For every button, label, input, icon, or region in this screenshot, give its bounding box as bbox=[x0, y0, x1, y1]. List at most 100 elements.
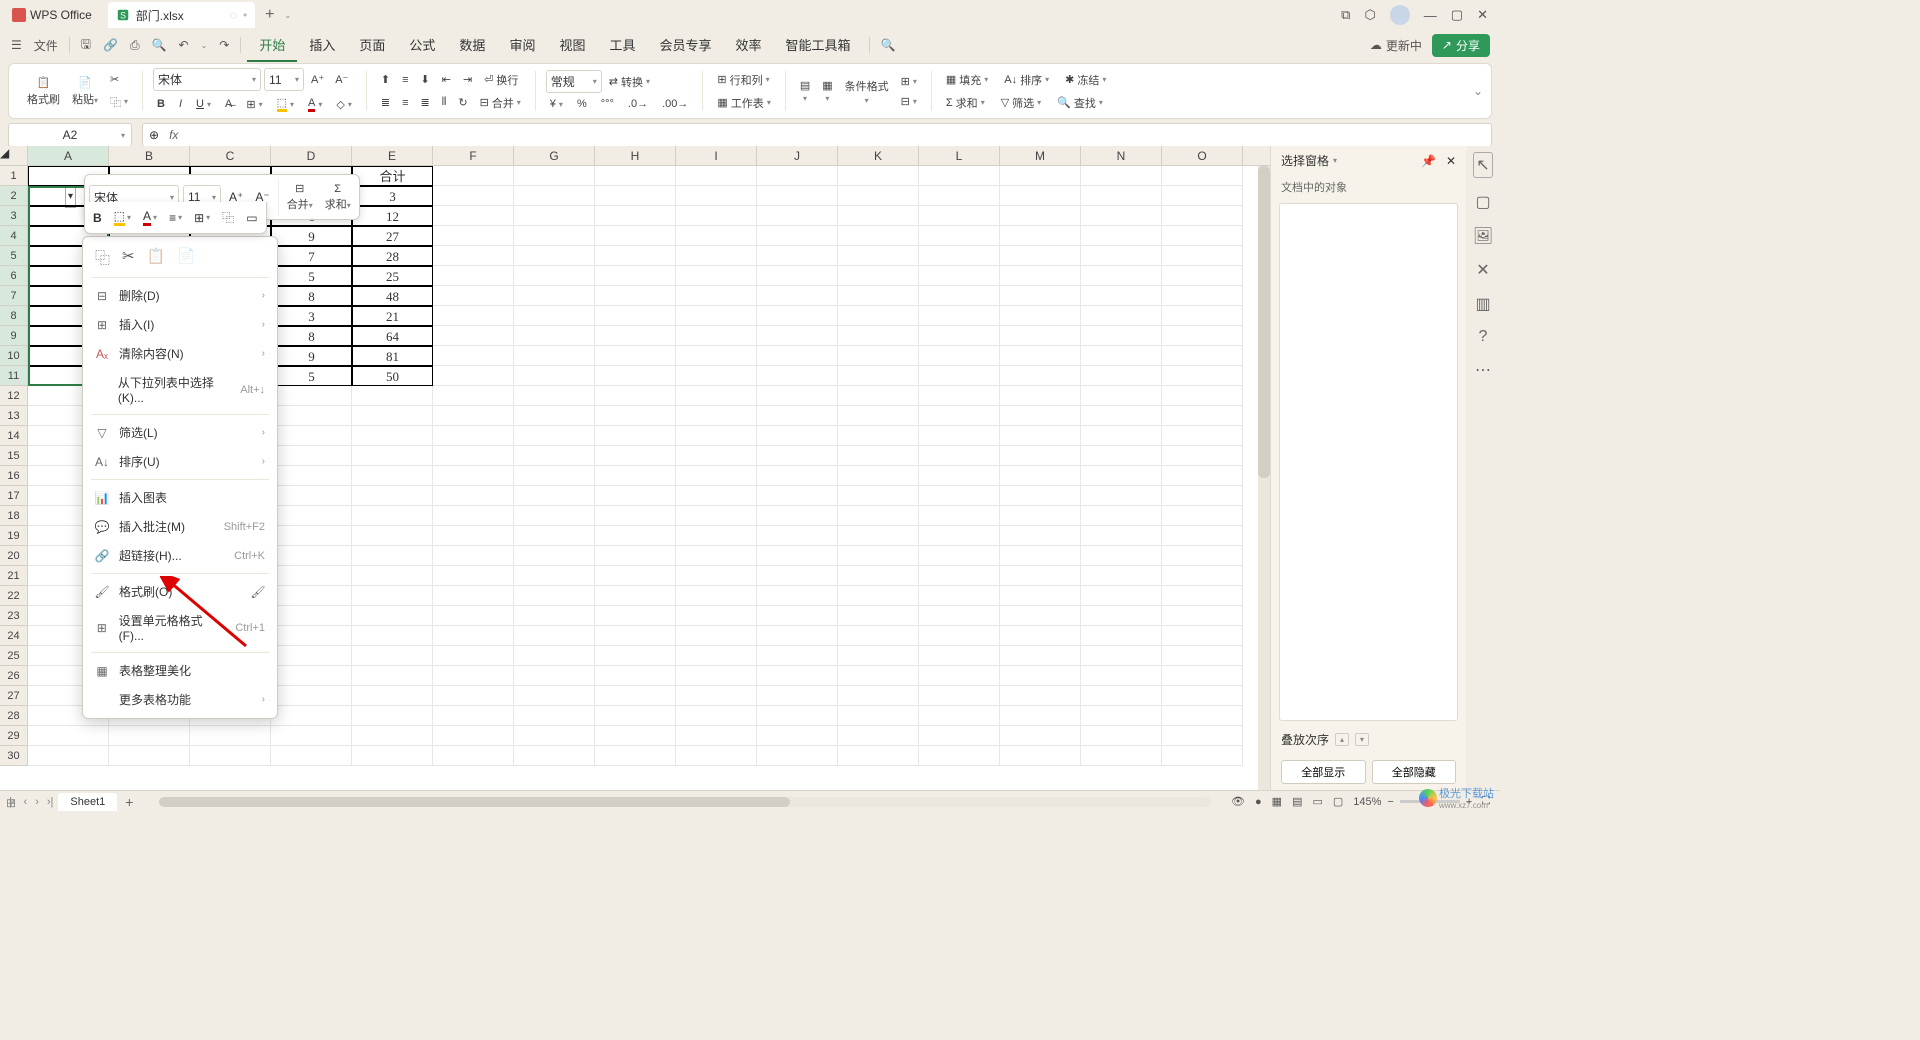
update-button[interactable]: ☁ 更新中 bbox=[1370, 37, 1422, 54]
cell[interactable] bbox=[595, 686, 676, 706]
cell[interactable] bbox=[757, 546, 838, 566]
cell[interactable] bbox=[352, 386, 433, 406]
cell[interactable] bbox=[433, 626, 514, 646]
cell[interactable] bbox=[514, 306, 595, 326]
cell[interactable] bbox=[838, 266, 919, 286]
cell[interactable] bbox=[1000, 226, 1081, 246]
cell[interactable] bbox=[919, 366, 1000, 386]
cell[interactable] bbox=[514, 566, 595, 586]
cell[interactable] bbox=[595, 426, 676, 446]
currency-button[interactable]: ¥▾ bbox=[546, 96, 567, 112]
tab-formula[interactable]: 公式 bbox=[397, 29, 447, 62]
underline-button[interactable]: U▾ bbox=[192, 94, 215, 114]
name-box[interactable]: A2 ▾ bbox=[8, 123, 132, 147]
print-icon[interactable]: ⎙ bbox=[125, 35, 145, 56]
cell[interactable] bbox=[757, 406, 838, 426]
cell[interactable] bbox=[1081, 326, 1162, 346]
cell[interactable] bbox=[352, 706, 433, 726]
cell[interactable] bbox=[919, 386, 1000, 406]
cell[interactable] bbox=[1000, 706, 1081, 726]
cell[interactable] bbox=[676, 186, 757, 206]
cell[interactable] bbox=[838, 706, 919, 726]
cell[interactable] bbox=[757, 526, 838, 546]
cell[interactable] bbox=[271, 646, 352, 666]
cell[interactable] bbox=[757, 186, 838, 206]
cell[interactable] bbox=[595, 506, 676, 526]
row-header[interactable]: 5 bbox=[0, 246, 28, 266]
share-button[interactable]: ↗ 分享 bbox=[1432, 34, 1490, 57]
cell[interactable] bbox=[514, 666, 595, 686]
col-header-F[interactable]: F bbox=[433, 146, 514, 165]
cell[interactable] bbox=[1000, 606, 1081, 626]
cell-styles-button[interactable]: ▤▾ bbox=[796, 77, 814, 105]
zoom-in[interactable]: + bbox=[1466, 796, 1472, 808]
hide-all-button[interactable]: 全部隐藏 bbox=[1372, 760, 1457, 784]
cell[interactable]: 5 bbox=[271, 366, 352, 386]
col-header-K[interactable]: K bbox=[838, 146, 919, 165]
cell[interactable] bbox=[838, 306, 919, 326]
cell[interactable] bbox=[352, 666, 433, 686]
cell[interactable]: 合计 bbox=[352, 166, 433, 186]
col-header-J[interactable]: J bbox=[757, 146, 838, 165]
cell[interactable] bbox=[919, 726, 1000, 746]
cell[interactable] bbox=[919, 206, 1000, 226]
user-avatar[interactable] bbox=[1390, 5, 1410, 25]
cell[interactable] bbox=[1162, 746, 1243, 766]
percent-button[interactable]: % bbox=[573, 96, 591, 112]
cell[interactable] bbox=[271, 406, 352, 426]
cell[interactable] bbox=[838, 226, 919, 246]
cell[interactable] bbox=[514, 506, 595, 526]
cell[interactable] bbox=[271, 486, 352, 506]
pin-icon[interactable]: 📌 bbox=[1421, 154, 1436, 168]
cell[interactable] bbox=[676, 666, 757, 686]
fx-icon[interactable]: fx bbox=[169, 128, 178, 142]
cell[interactable] bbox=[595, 666, 676, 686]
cell[interactable] bbox=[271, 606, 352, 626]
ribbon-collapse[interactable]: ⌄ bbox=[1473, 84, 1483, 98]
zoom-slider[interactable] bbox=[1400, 800, 1460, 803]
add-tab-dropdown[interactable]: ⌄ bbox=[285, 11, 292, 20]
row-header[interactable]: 4 bbox=[0, 226, 28, 246]
worksheet-button[interactable]: ▦ 工作表▾ bbox=[713, 93, 774, 113]
file-menu[interactable]: 文件 bbox=[29, 34, 63, 57]
cell[interactable] bbox=[595, 526, 676, 546]
maximize-button[interactable]: ▢ bbox=[1451, 7, 1463, 23]
row-header[interactable]: 15 bbox=[0, 446, 28, 466]
mini-align[interactable]: ≡▾ bbox=[165, 208, 186, 228]
cell[interactable] bbox=[838, 326, 919, 346]
filter-button[interactable]: ▽ 筛选▾ bbox=[997, 93, 1045, 113]
cell[interactable] bbox=[676, 306, 757, 326]
cell[interactable] bbox=[919, 426, 1000, 446]
cell[interactable] bbox=[757, 326, 838, 346]
cell[interactable] bbox=[1162, 386, 1243, 406]
freeze-button[interactable]: ✱ 冻结▾ bbox=[1061, 70, 1110, 90]
cell[interactable] bbox=[676, 206, 757, 226]
border-button[interactable]: ⊞▾ bbox=[242, 94, 266, 114]
cell[interactable] bbox=[757, 686, 838, 706]
cell[interactable] bbox=[757, 226, 838, 246]
cm-dropdown-select[interactable]: 从下拉列表中选择(K)...Alt+↓ bbox=[83, 368, 277, 411]
cell[interactable] bbox=[919, 486, 1000, 506]
cell[interactable] bbox=[433, 466, 514, 486]
search-icon[interactable]: 🔍 bbox=[876, 35, 901, 55]
cell[interactable] bbox=[1162, 726, 1243, 746]
table-styles-button[interactable]: ▦▾ bbox=[818, 77, 836, 105]
cell[interactable] bbox=[595, 446, 676, 466]
panel-close-icon[interactable]: ✕ bbox=[1446, 154, 1456, 168]
cell[interactable] bbox=[838, 286, 919, 306]
cell[interactable] bbox=[1000, 286, 1081, 306]
sheet-next[interactable]: › bbox=[32, 794, 42, 810]
cell[interactable] bbox=[595, 166, 676, 186]
cell[interactable] bbox=[919, 566, 1000, 586]
cell[interactable] bbox=[838, 366, 919, 386]
cell[interactable] bbox=[757, 726, 838, 746]
mini-sum[interactable]: Σ求和▾ bbox=[321, 180, 355, 215]
cell[interactable] bbox=[676, 546, 757, 566]
cell[interactable] bbox=[838, 726, 919, 746]
cell[interactable] bbox=[838, 506, 919, 526]
cell[interactable] bbox=[595, 546, 676, 566]
cell[interactable] bbox=[595, 606, 676, 626]
cell[interactable] bbox=[838, 166, 919, 186]
cell[interactable] bbox=[838, 586, 919, 606]
cell[interactable] bbox=[1162, 466, 1243, 486]
